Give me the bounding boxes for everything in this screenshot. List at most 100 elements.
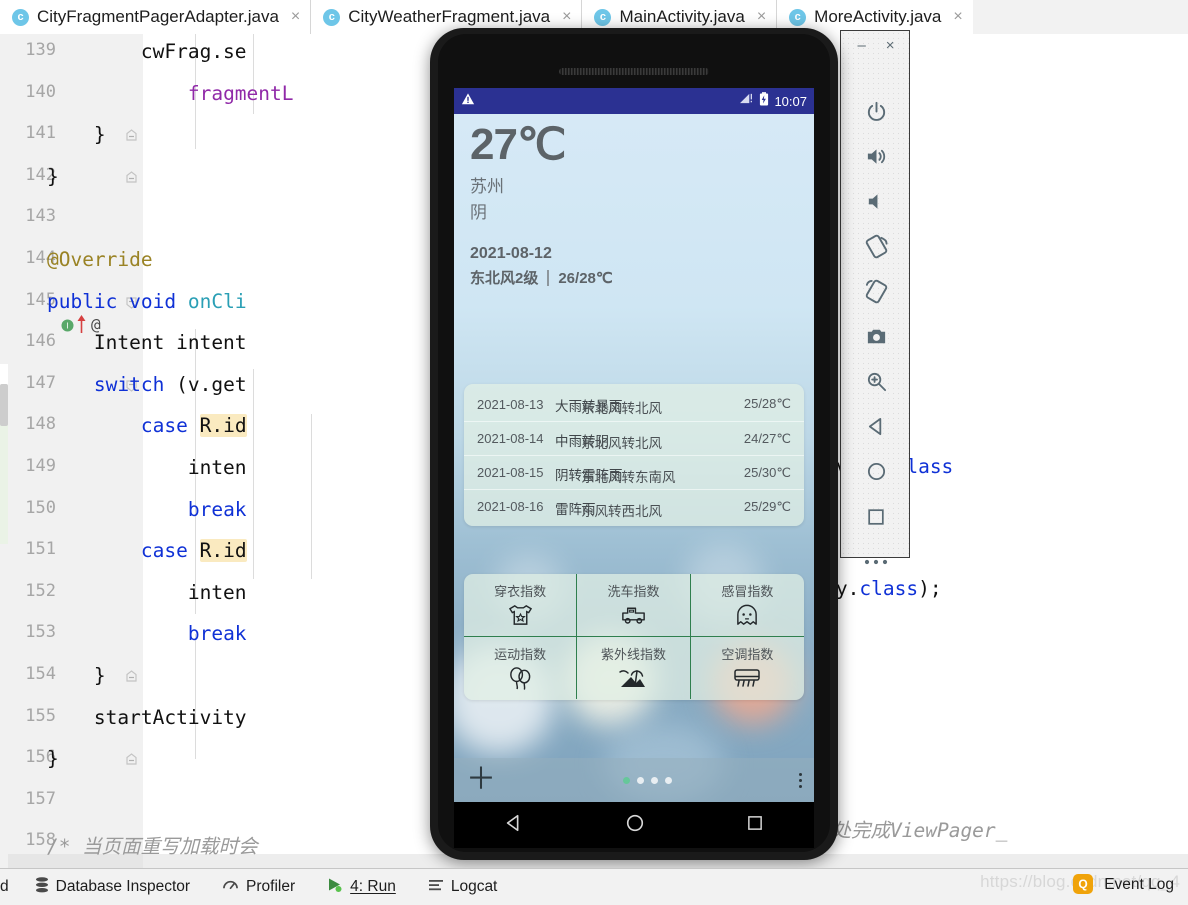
status-label: Profiler [246, 878, 295, 896]
car-icon [619, 601, 648, 629]
code-line: case R.id [0, 539, 247, 562]
forecast-temp: 25/30℃ [744, 465, 791, 481]
page-indicator [623, 777, 672, 784]
divider [547, 270, 549, 286]
run-icon [327, 877, 343, 897]
warning-icon [461, 92, 475, 111]
rotate-right-icon[interactable] [841, 269, 911, 314]
close-icon[interactable]: × [886, 38, 895, 53]
tab-label: CityWeatherFragment.java [348, 7, 550, 27]
forecast-card[interactable]: 2021-08-13大雨转暴雨东北风转北风25/28℃2021-08-14中雨转… [464, 384, 804, 526]
nav-recents-icon[interactable] [746, 814, 764, 837]
fold-collapse-icon[interactable] [125, 171, 138, 184]
code-line: break [0, 498, 247, 521]
android-navigation-bar [454, 802, 814, 848]
fold-collapse-icon[interactable] [125, 129, 138, 142]
fold-collapse-icon[interactable] [125, 670, 138, 683]
code-line: } [0, 664, 106, 687]
forecast-row: 2021-08-14中雨转阴东北风转北风24/27℃ [464, 421, 804, 455]
index-label: 穿衣指数 [494, 581, 546, 600]
database-icon [35, 877, 49, 898]
back-icon[interactable] [841, 404, 911, 449]
earpiece-speaker [559, 68, 709, 75]
volume-down-icon[interactable] [841, 179, 911, 224]
index-cell-uv[interactable]: 紫外线指数 [577, 637, 690, 699]
index-cell-carwash[interactable]: 洗车指数 [577, 574, 690, 637]
status-item-profiler[interactable]: Profiler [206, 877, 311, 897]
tab-label: CityFragmentPagerAdapter.java [37, 7, 279, 27]
weather-screen[interactable]: 27℃ 苏州 阴 2021-08-12 东北风2级 26/28℃ 2021-08… [454, 114, 814, 802]
weather-condition: 阴 [470, 198, 798, 223]
forecast-middle: 雷阵雨东风转西北风 [555, 498, 744, 516]
index-cell-ac[interactable]: 空调指数 [691, 637, 804, 699]
forecast-middle: 大雨转暴雨东北风转北风 [555, 395, 744, 413]
close-icon[interactable]: × [291, 8, 300, 26]
balloons-icon [507, 664, 533, 692]
life-indices-card[interactable]: 穿衣指数 洗车指数 感冒指数 [464, 574, 804, 700]
screenshot-icon[interactable] [841, 314, 911, 359]
android-emulator-device[interactable]: 10:07 27℃ 苏州 阴 2021-08-12 东北风2级 [430, 28, 838, 860]
close-icon[interactable]: × [757, 8, 766, 26]
code-line: startActivity [0, 706, 247, 729]
indent-guide [311, 414, 312, 579]
page-dot-1[interactable] [623, 777, 630, 784]
code-line: switch (v.get [0, 373, 247, 396]
home-icon[interactable] [841, 449, 911, 494]
nav-back-icon[interactable] [504, 813, 524, 838]
close-icon[interactable]: × [562, 8, 571, 26]
add-city-button[interactable]: ＋ [466, 765, 496, 795]
forecast-middle: 中雨转阴东北风转北风 [555, 430, 744, 448]
forecast-middle: 阴转雷阵雨东北风转东南风 [555, 464, 744, 482]
index-label: 紫外线指数 [601, 644, 666, 663]
code-line: case R.id [0, 414, 247, 437]
index-cell-dressing[interactable]: 穿衣指数 [464, 574, 577, 637]
status-item-logcat[interactable]: Logcat [412, 878, 514, 897]
page-dot-4[interactable] [665, 777, 672, 784]
overview-icon[interactable] [841, 494, 911, 539]
page-dot-3[interactable] [651, 777, 658, 784]
overflow-menu-icon[interactable] [799, 773, 802, 788]
zoom-icon[interactable] [841, 359, 911, 404]
power-icon[interactable] [841, 89, 911, 134]
rotate-left-icon[interactable] [841, 224, 911, 269]
index-cell-sport[interactable]: 运动指数 [464, 637, 577, 699]
forecast-date: 2021-08-16 [477, 499, 555, 514]
volume-up-icon[interactable] [841, 134, 911, 179]
android-status-bar: 10:07 [454, 88, 814, 114]
page-dot-2[interactable] [637, 777, 644, 784]
emulator-toolbar: – × [840, 30, 910, 558]
forecast-row: 2021-08-16雷阵雨东风转西北风25/29℃ [464, 489, 804, 523]
weather-header: 27℃ 苏州 阴 2021-08-12 东北风2级 26/28℃ [454, 114, 814, 288]
device-screen[interactable]: 10:07 27℃ 苏州 阴 2021-08-12 东北风2级 [454, 88, 814, 802]
status-item-truncated[interactable]: d [0, 878, 19, 896]
tshirt-icon [507, 601, 534, 629]
more-icon[interactable] [841, 539, 911, 584]
fold-collapse-icon[interactable] [125, 753, 138, 766]
forecast-wind: 东风转西北风 [581, 500, 662, 520]
forecast-temp: 24/27℃ [744, 431, 791, 447]
code-line: cwFrag.se [0, 40, 247, 63]
tab-label: MoreActivity.java [814, 7, 941, 27]
forecast-temp: 25/28℃ [744, 396, 791, 412]
editor-left-marker-strip[interactable] [0, 34, 8, 868]
tab-label: MainActivity.java [619, 7, 744, 27]
forecast-date: 2021-08-15 [477, 465, 555, 480]
code-line: } [0, 165, 59, 188]
current-temperature: 27℃ [470, 122, 798, 168]
weather-bottom-bar: ＋ [454, 758, 814, 802]
index-cell-cold[interactable]: 感冒指数 [691, 574, 804, 637]
qq-badge-icon: Q [1073, 874, 1093, 894]
minimize-icon[interactable]: – [857, 38, 865, 53]
status-item-database-inspector[interactable]: Database Inspector [19, 877, 206, 898]
java-class-icon: c [323, 9, 340, 26]
emulator-window-buttons: – × [841, 35, 911, 55]
nav-home-icon[interactable] [625, 813, 645, 838]
indent-guide [195, 634, 196, 759]
code-line: @Override [0, 248, 153, 271]
tab-city-fragment-pager-adapter[interactable]: c CityFragmentPagerAdapter.java × [0, 0, 311, 34]
close-icon[interactable]: × [953, 8, 962, 26]
code-line: fragmentL [0, 82, 294, 105]
status-item-event-log[interactable]: Event Log [1104, 876, 1174, 894]
forecast-temp: 25/29℃ [744, 499, 791, 515]
status-item-run[interactable]: 4: Run [311, 877, 412, 897]
